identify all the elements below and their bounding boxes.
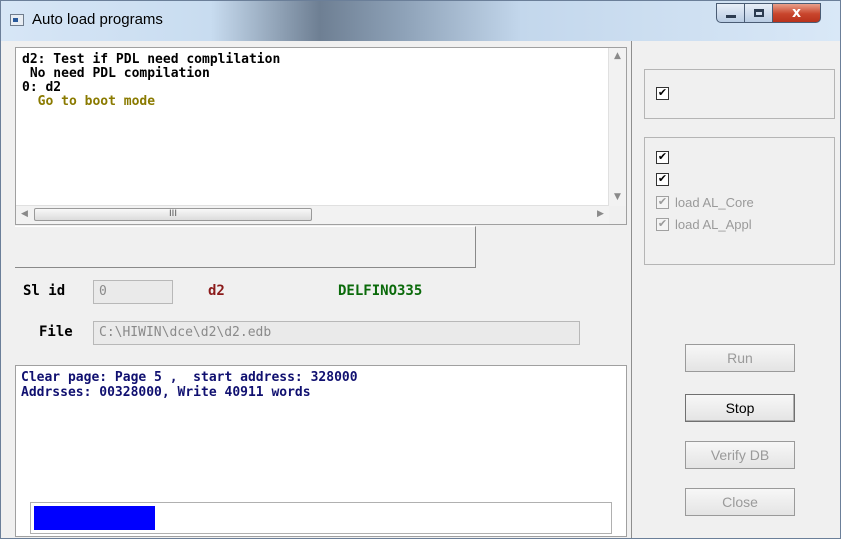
status-log-text: d2: Test if PDL need complilation No nee… (22, 53, 626, 109)
progress-log: Clear page: Page 5 , start address: 3280… (15, 365, 627, 537)
status-log[interactable]: d2: Test if PDL need complilation No nee… (15, 47, 627, 225)
run-button[interactable]: Run (685, 344, 795, 372)
load-al-core-option[interactable]: ✔ load AL_Core (656, 195, 754, 210)
checkbox-1[interactable]: ✔ (656, 87, 669, 100)
horizontal-scroll-thumb[interactable]: III (34, 208, 312, 221)
close-button[interactable]: Close (685, 488, 795, 516)
vertical-scrollbar[interactable]: ▲ ▼ (608, 48, 626, 206)
checkbox-3[interactable]: ✔ (656, 173, 669, 186)
status-log-line: d2: Test if PDL need complilation (22, 52, 281, 67)
window-title: Auto load programs (32, 11, 163, 28)
close-icon: x (791, 5, 802, 21)
status-log-line: 0: d2 (22, 80, 62, 95)
progress-log-line: Addrsses: 00328000, Write 40911 words (21, 385, 311, 400)
close-window-button[interactable]: x (773, 3, 821, 23)
options-group-1: ✔ (644, 69, 835, 119)
options-group-2: ✔ ✔ ✔ load AL_Core ✔ load AL_Appl (644, 137, 835, 265)
status-log-line: Go to boot mode (22, 94, 156, 109)
progress-bar (30, 502, 612, 534)
option-row-2[interactable]: ✔ (656, 151, 669, 164)
maximize-button[interactable] (745, 3, 773, 23)
panel-divider (631, 41, 632, 538)
load-al-core-checkbox[interactable]: ✔ (656, 196, 669, 209)
file-label: File (39, 324, 73, 340)
load-al-appl-label: load AL_Appl (675, 217, 752, 232)
scroll-down-arrow-icon[interactable]: ▼ (609, 189, 626, 206)
scroll-right-arrow-icon[interactable]: ▶ (592, 206, 609, 223)
progress-log-text: Clear page: Page 5 , start address: 3280… (21, 370, 626, 400)
maximize-icon (753, 9, 764, 17)
slave-id-label: Sl id (23, 283, 66, 299)
title-bar: Auto load programs x (1, 1, 840, 41)
scroll-up-arrow-icon[interactable]: ▲ (609, 48, 626, 65)
option-row-3[interactable]: ✔ (656, 173, 669, 186)
auto-load-window: Auto load programs x d2: Test if PDL nee… (0, 0, 841, 539)
minimize-button[interactable] (716, 3, 745, 23)
status-log-line: No need PDL compilation (22, 66, 210, 81)
checkbox-2[interactable]: ✔ (656, 151, 669, 164)
file-path-field[interactable]: C:\HIWIN\dce\d2\d2.edb (93, 321, 580, 345)
device-name: d2 (208, 283, 225, 299)
info-panel-frame (15, 226, 476, 268)
verify-db-button[interactable]: Verify DB (685, 441, 795, 469)
option-row-1[interactable]: ✔ (656, 87, 669, 100)
minimize-icon (725, 14, 736, 18)
progress-log-line: Clear page: Page 5 , start address: 3280… (21, 370, 358, 385)
chip-type: DELFINO335 (338, 283, 423, 299)
stop-button[interactable]: Stop (685, 394, 795, 422)
scroll-left-arrow-icon[interactable]: ◀ (16, 206, 33, 223)
app-icon (10, 14, 24, 26)
progress-bar-fill (34, 506, 155, 530)
scroll-corner (609, 206, 626, 224)
load-al-appl-checkbox[interactable]: ✔ (656, 218, 669, 231)
slave-id-field[interactable]: 0 (93, 280, 173, 304)
horizontal-scrollbar[interactable]: ◀ III ▶ (16, 205, 609, 224)
load-al-appl-option[interactable]: ✔ load AL_Appl (656, 217, 752, 232)
window-controls: x (716, 3, 821, 25)
load-al-core-label: load AL_Core (675, 195, 754, 210)
